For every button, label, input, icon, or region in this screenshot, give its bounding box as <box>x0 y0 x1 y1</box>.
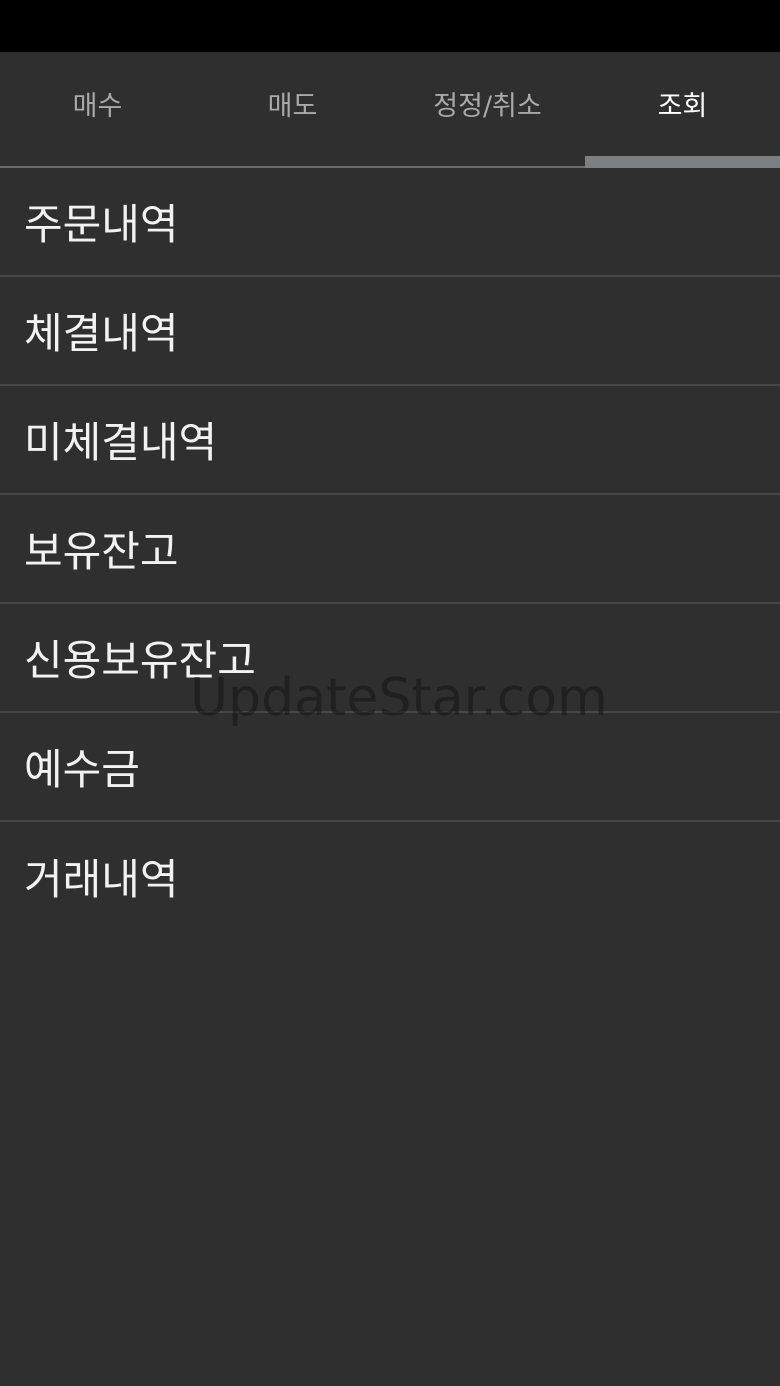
menu-item-transaction-history[interactable]: 거래내역 <box>0 822 780 931</box>
active-tab-indicator <box>585 156 780 168</box>
tab-modify-cancel-label: 정정/취소 <box>433 90 542 122</box>
tab-sell-label: 매도 <box>267 90 318 122</box>
tab-buy[interactable]: 매수 <box>0 52 195 168</box>
tab-buy-label: 매수 <box>72 90 123 122</box>
tab-inquiry-label: 조회 <box>657 90 708 122</box>
menu-item-label: 거래내역 <box>24 855 179 904</box>
tab-inquiry[interactable]: 조회 <box>585 52 780 168</box>
menu-item-label: 보유잔고 <box>24 527 179 576</box>
menu-item-credit-holdings-balance[interactable]: 신용보유잔고 <box>0 604 780 713</box>
menu-item-label: 예수금 <box>24 745 140 794</box>
menu-item-execution-history[interactable]: 체결내역 <box>0 277 780 386</box>
menu-item-unexecuted-history[interactable]: 미체결내역 <box>0 386 780 495</box>
status-bar <box>0 0 780 52</box>
menu-item-deposit[interactable]: 예수금 <box>0 713 780 822</box>
menu-item-holdings-balance[interactable]: 보유잔고 <box>0 495 780 604</box>
menu-item-label: 주문내역 <box>24 200 179 249</box>
menu-item-label: 미체결내역 <box>24 418 218 467</box>
menu-item-label: 신용보유잔고 <box>24 636 256 685</box>
tab-bar: 매수 매도 정정/취소 조회 <box>0 52 780 168</box>
tab-modify-cancel[interactable]: 정정/취소 <box>390 52 585 168</box>
inquiry-menu-list: 주문내역 체결내역 미체결내역 보유잔고 신용보유잔고 예수금 거래내역 <box>0 168 780 931</box>
tab-sell[interactable]: 매도 <box>195 52 390 168</box>
menu-item-order-history[interactable]: 주문내역 <box>0 168 780 277</box>
menu-item-label: 체결내역 <box>24 309 179 358</box>
